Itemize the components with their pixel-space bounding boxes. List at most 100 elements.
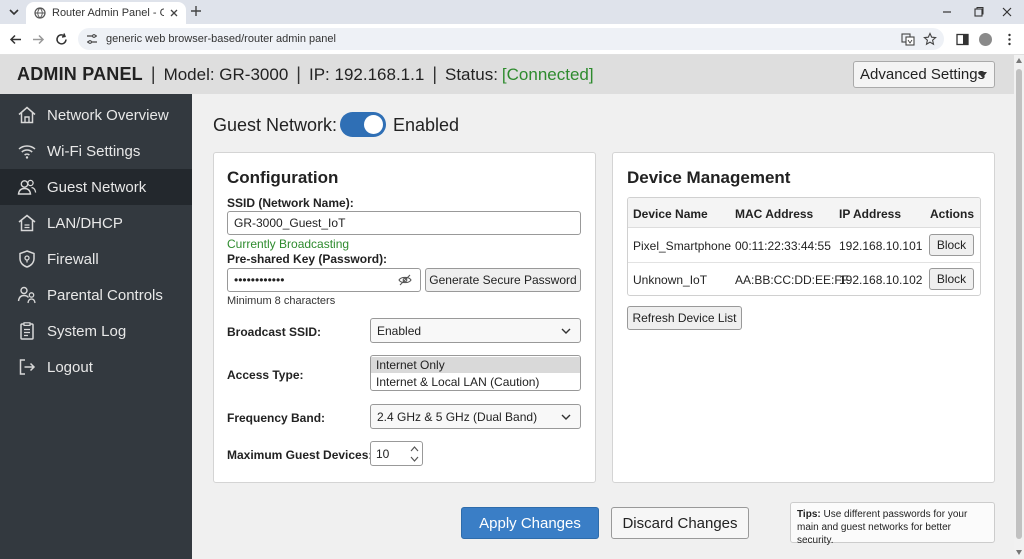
column-header: MAC Address — [735, 207, 814, 221]
apply-label: Apply Changes — [479, 514, 581, 532]
sidebar: Network Overview Wi-Fi Settings Guest Ne… — [0, 94, 192, 559]
broadcast-ssid-value: Enabled — [377, 323, 422, 338]
app-title: ADMIN PANEL — [17, 64, 143, 84]
apply-changes-button[interactable]: Apply Changes — [461, 507, 599, 539]
broadcast-status-note: Currently Broadcasting — [227, 237, 350, 251]
tips-label: Tips: — [797, 509, 821, 520]
profile-avatar-icon[interactable] — [978, 32, 993, 47]
generate-password-button[interactable]: Generate Secure Password — [425, 268, 581, 292]
guest-network-state: Enabled — [393, 115, 460, 135]
frequency-band-select[interactable]: 2.4 GHz & 5 GHz (Dual Band) — [370, 404, 581, 429]
tab-search-button[interactable] — [5, 3, 23, 21]
scrollbar-thumb[interactable] — [1016, 69, 1022, 539]
window-close-icon[interactable] — [999, 4, 1015, 20]
tab-title: Router Admin Panel - Guest Network — [52, 7, 164, 19]
psk-value: •••••••••••• — [234, 273, 285, 287]
address-text: generic web browser-based/router admin p… — [106, 33, 336, 45]
chevron-down-icon — [9, 8, 19, 15]
tips-box: Tips: Use different passwords for your m… — [790, 502, 995, 546]
sidebar-item-system-log[interactable]: System Log — [0, 313, 192, 349]
sidebar-item-label: System Log — [47, 322, 127, 340]
stepper-up-icon[interactable] — [410, 446, 419, 452]
device-name-cell: Unknown_IoT — [633, 273, 708, 287]
site-settings-icon[interactable] — [86, 33, 98, 45]
bookmark-star-icon[interactable] — [923, 32, 937, 46]
block-device-button[interactable]: Block — [929, 268, 974, 290]
model-text: Model: GR-3000 — [163, 64, 289, 84]
row-divider — [628, 262, 980, 263]
block-device-button[interactable]: Block — [929, 234, 974, 256]
device-management-panel: Device Management Device Name MAC Addres… — [612, 152, 995, 483]
reload-icon[interactable] — [54, 32, 69, 47]
sidebar-item-guest-network[interactable]: Guest Network — [0, 169, 192, 205]
sidebar-item-label: Firewall — [47, 250, 99, 268]
tips-text: Use different passwords for your main an… — [797, 509, 968, 546]
guest-network-toggle[interactable] — [340, 112, 386, 137]
header-separator: | — [296, 64, 301, 84]
status-value: [Connected] — [501, 64, 594, 84]
sidebar-item-logout[interactable]: Logout — [0, 349, 192, 385]
page-scrollbar[interactable] — [1014, 55, 1024, 559]
browser-toolbar: generic web browser-based/router admin p… — [0, 24, 1024, 55]
ip-address-cell: 192.168.10.101 — [839, 239, 923, 253]
main-content: Guest Network: Enabled Configuration SSI… — [192, 94, 1014, 559]
globe-icon — [34, 7, 46, 19]
psk-label: Pre-shared Key (Password): — [227, 252, 388, 266]
configuration-panel: Configuration SSID (Network Name): GR-30… — [213, 152, 596, 483]
advanced-settings-dropdown[interactable]: Advanced Settings — [853, 61, 995, 88]
psk-input[interactable]: •••••••••••• — [227, 268, 421, 292]
browser-menu-icon[interactable] — [1002, 32, 1017, 47]
address-bar[interactable]: generic web browser-based/router admin p… — [78, 28, 944, 50]
sidebar-item-lan-dhcp[interactable]: LAN/DHCP — [0, 205, 192, 241]
sidebar-item-label: Wi-Fi Settings — [47, 142, 141, 160]
shield-icon — [19, 250, 35, 268]
broadcast-ssid-select[interactable]: Enabled — [370, 318, 581, 343]
sidebar-item-wifi-settings[interactable]: Wi-Fi Settings — [0, 133, 192, 169]
stepper-down-icon[interactable] — [410, 456, 419, 462]
discard-changes-button[interactable]: Discard Changes — [611, 507, 749, 539]
browser-tab[interactable]: Router Admin Panel - Guest Network — [26, 2, 186, 24]
eye-slash-icon[interactable] — [398, 274, 412, 286]
sidebar-item-firewall[interactable]: Firewall — [0, 241, 192, 277]
sidebar-item-label: Guest Network — [47, 178, 147, 196]
max-devices-stepper[interactable]: 10 — [370, 441, 423, 466]
header-separator: | — [432, 64, 437, 84]
sidebar-item-parental-controls[interactable]: Parental Controls — [0, 277, 192, 313]
broadcast-ssid-label: Broadcast SSID: — [227, 325, 322, 339]
minimize-icon[interactable] — [939, 4, 955, 20]
back-arrow-icon[interactable] — [8, 32, 23, 47]
device-table: Device Name MAC Address IP Address Actio… — [627, 197, 981, 296]
ssid-input[interactable]: GR-3000_Guest_IoT — [227, 211, 581, 235]
ssid-label: SSID (Network Name): — [227, 196, 354, 210]
forward-arrow-icon[interactable] — [31, 32, 46, 47]
sidebar-item-label: Parental Controls — [47, 286, 163, 304]
wifi-icon — [18, 145, 36, 159]
chevron-down-icon — [561, 328, 571, 334]
new-tab-icon[interactable] — [189, 4, 203, 18]
frequency-band-label: Frequency Band: — [227, 411, 326, 425]
refresh-device-list-button[interactable]: Refresh Device List — [627, 306, 742, 330]
restore-icon[interactable] — [970, 4, 986, 20]
sidebar-item-network-overview[interactable]: Network Overview — [0, 97, 192, 133]
configuration-title: Configuration — [227, 168, 339, 187]
side-panel-icon[interactable] — [955, 32, 970, 47]
caret-down-icon — [978, 72, 987, 78]
access-option-internet-lan[interactable]: Internet & Local LAN (Caution) — [371, 374, 580, 390]
option-label: Internet & Local LAN (Caution) — [376, 375, 540, 389]
status-label: Status: — [445, 64, 498, 84]
access-option-internet-only[interactable]: Internet Only — [371, 357, 580, 373]
mac-address-cell: 00:11:22:33:44:55 — [735, 239, 831, 253]
scroll-up-icon[interactable] — [1016, 58, 1022, 63]
parental-icon — [17, 286, 36, 304]
users-icon — [17, 179, 37, 195]
access-type-listbox[interactable]: Internet Only Internet & Local LAN (Caut… — [370, 355, 581, 391]
app-header: ADMIN PANEL | Model: GR-3000 | IP: 192.1… — [0, 55, 1014, 94]
log-icon — [20, 322, 34, 340]
translate-icon[interactable] — [901, 32, 915, 46]
scroll-down-icon[interactable] — [1016, 550, 1022, 555]
header-separator: | — [150, 64, 156, 84]
frequency-band-value: 2.4 GHz & 5 GHz (Dual Band) — [377, 409, 538, 424]
refresh-label: Refresh Device List — [632, 311, 737, 325]
close-icon[interactable] — [168, 7, 180, 19]
psk-hint: Minimum 8 characters — [227, 295, 336, 307]
